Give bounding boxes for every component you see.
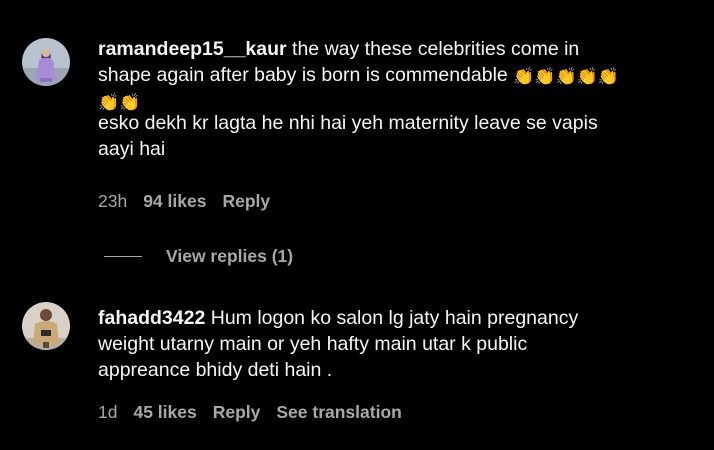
comment-text-line: the way these celebrities come in [286, 38, 580, 60]
comment-username[interactable]: ramandeep15__kaur [98, 38, 287, 60]
comment-meta: 23h 94 likes Reply [98, 191, 286, 212]
avatar[interactable] [22, 302, 70, 350]
replies-divider [104, 255, 142, 257]
comment-text-line: Hum logon ko salon lg jaty hain pregnanc… [205, 307, 579, 329]
avatar-image [22, 38, 70, 86]
avatar-image [22, 302, 70, 350]
comment-text-line: esko dekh kr lagta he nhi hai yeh matern… [98, 112, 598, 134]
reply-button[interactable]: Reply [222, 191, 270, 211]
comment-text-line: appreance bhidy deti hain . [98, 359, 333, 381]
comment-text-line: shape again after baby is born is commen… [98, 64, 514, 86]
avatar[interactable] [22, 38, 70, 86]
comment-timestamp: 23h [98, 191, 128, 211]
reply-button[interactable]: Reply [213, 402, 261, 422]
see-translation-button[interactable]: See translation [276, 402, 401, 422]
comment-text: fahadd3422 Hum logon ko salon lg jaty ha… [98, 305, 688, 383]
comment-timestamp: 1d [98, 402, 118, 422]
comment-text: ramandeep15__kaur the way these celebrit… [98, 36, 688, 162]
view-replies-label: View replies (1) [166, 245, 294, 266]
comment-text-line: weight utarny main or yeh hafty main uta… [98, 333, 528, 355]
likes-count[interactable]: 45 likes [133, 402, 196, 422]
clapping-hands-icon: 👏👏👏👏👏 [513, 67, 620, 86]
view-replies-button[interactable]: View replies (1) [104, 244, 293, 268]
comment-meta: 1d 45 likes Reply See translation [98, 402, 418, 423]
likes-count[interactable]: 94 likes [143, 191, 206, 211]
comment-username[interactable]: fahadd3422 [98, 307, 205, 329]
comment-text-line: aayi hai [98, 138, 166, 160]
